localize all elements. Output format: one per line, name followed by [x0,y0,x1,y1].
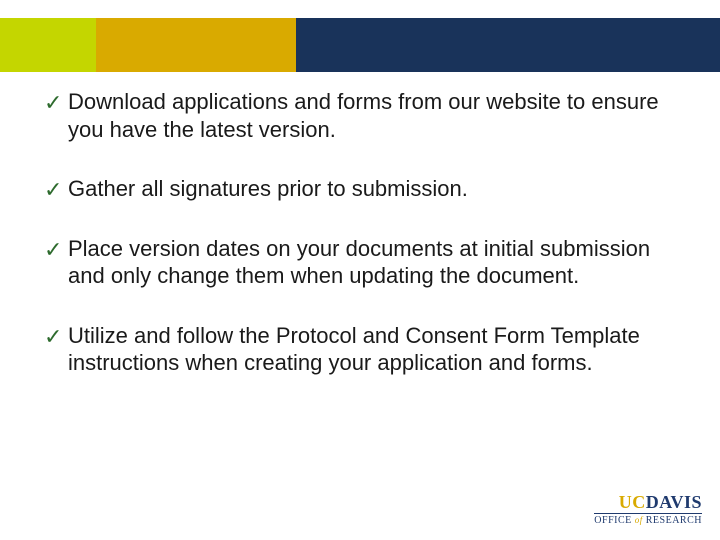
list-item: ✓ Gather all signatures prior to submiss… [44,175,676,203]
list-item: ✓ Place version dates on your documents … [44,235,676,290]
check-icon: ✓ [44,176,62,204]
list-item-text: Download applications and forms from our… [68,89,659,142]
logo-sub-office: OFFICE [594,515,631,526]
check-icon: ✓ [44,236,62,264]
logo-davis: DAVIS [646,492,702,512]
list-item-text: Gather all signatures prior to submissio… [68,176,468,201]
logo-main: UCDAVIS [594,493,702,511]
checklist: ✓ Download applications and forms from o… [44,88,676,377]
band-navy [296,18,720,72]
band-lime [0,18,96,72]
logo-sub-of: of [635,515,643,525]
list-item: ✓ Download applications and forms from o… [44,88,676,143]
logo-sub-research: RESEARCH [646,515,702,526]
logo-uc: UC [619,492,646,512]
list-item-text: Place version dates on your documents at… [68,236,650,289]
list-item: ✓ Utilize and follow the Protocol and Co… [44,322,676,377]
header-color-band [0,18,720,72]
band-gold1 [96,18,250,72]
check-icon: ✓ [44,323,62,351]
band-gold2 [250,18,296,72]
slide: ✓ Download applications and forms from o… [0,0,720,540]
content-area: ✓ Download applications and forms from o… [44,88,676,409]
logo-sub: OFFICE of RESEARCH [594,513,702,526]
check-icon: ✓ [44,89,62,117]
list-item-text: Utilize and follow the Protocol and Cons… [68,323,640,376]
footer-logo: UCDAVIS OFFICE of RESEARCH [594,493,702,526]
